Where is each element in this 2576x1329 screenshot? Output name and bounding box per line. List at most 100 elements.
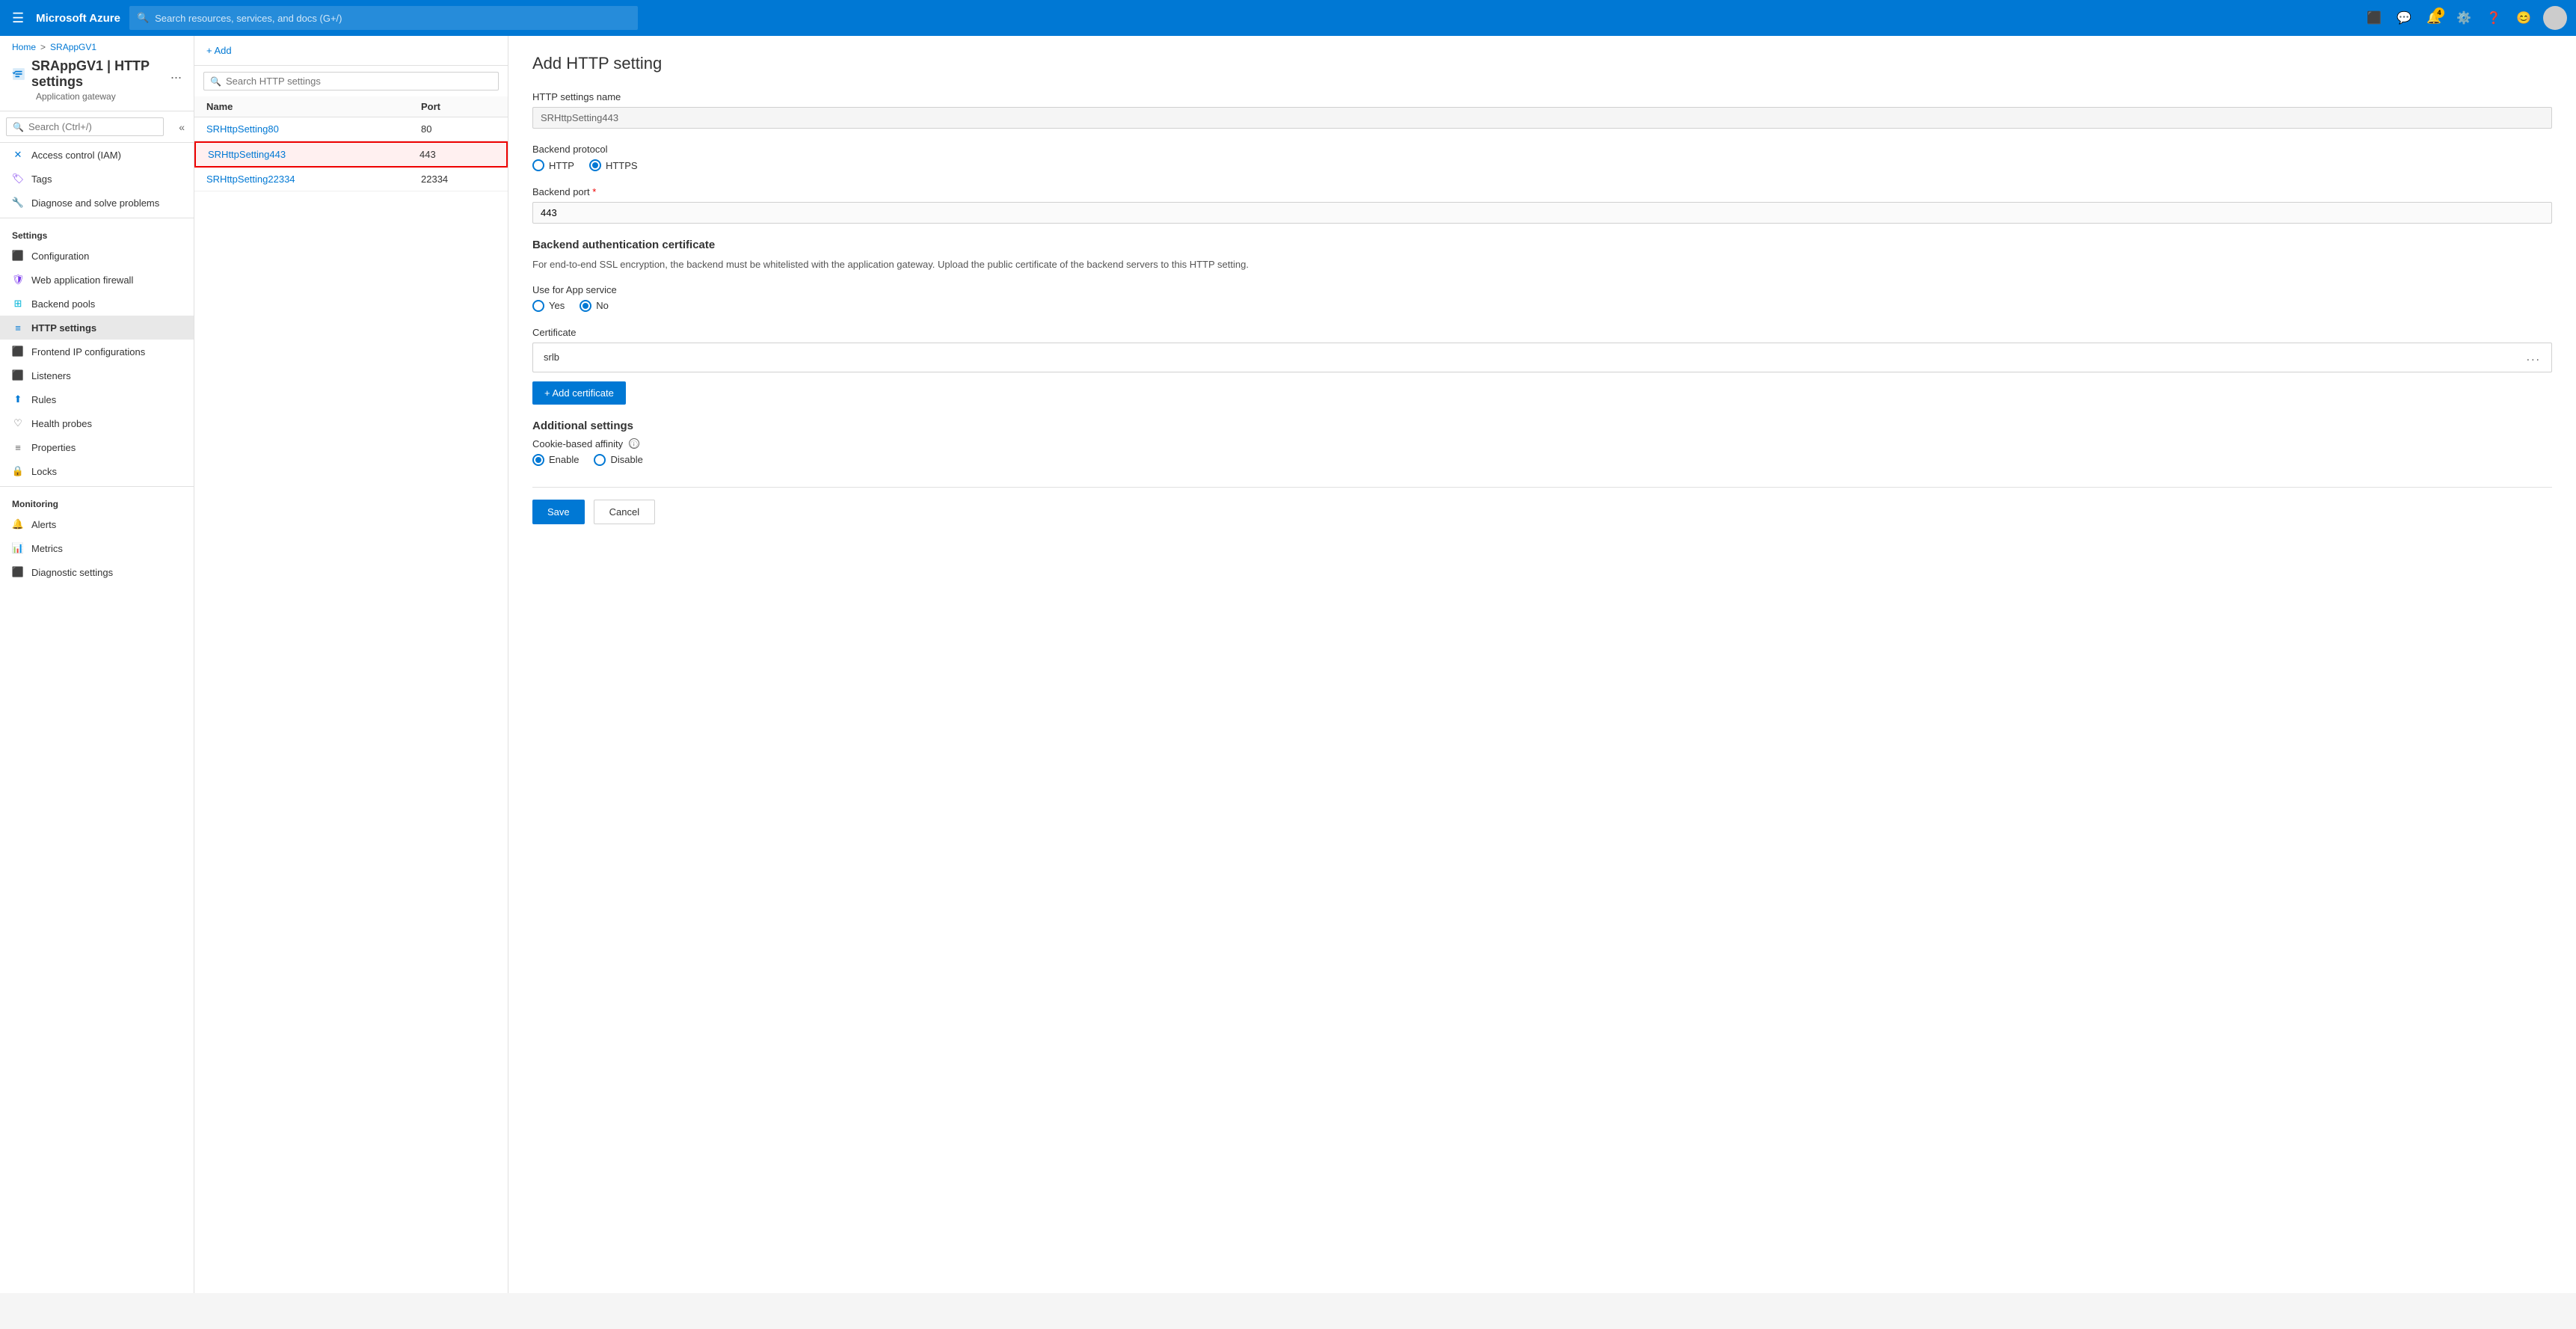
app-service-radio-group: Yes No [532, 300, 2552, 312]
affinity-enable-label: Enable [549, 454, 579, 465]
sidebar-item-http-settings[interactable]: ≡ HTTP settings [0, 316, 194, 340]
resource-icon [12, 65, 25, 83]
sidebar-item-label-alerts: Alerts [31, 519, 56, 530]
tag-icon: 🏷 [12, 173, 24, 185]
sidebar-item-locks[interactable]: 🔒 Locks [0, 459, 194, 483]
content-area: + Add 🔍 Name Port SRHttpSetting80 80 SRH… [194, 36, 2576, 1293]
affinity-enable-radio[interactable]: Enable [532, 454, 579, 466]
add-button[interactable]: + Add [206, 45, 232, 56]
azure-logo: Microsoft Azure [36, 12, 120, 25]
sidebar-item-label-locks: Locks [31, 466, 57, 477]
cert-more-icon[interactable]: ... [2527, 351, 2541, 364]
form-group-app-service: Use for App service Yes No [532, 284, 2552, 312]
sidebar-item-diagnose[interactable]: 🔧 Diagnose and solve problems [0, 191, 194, 215]
use-app-service-label: Use for App service [532, 284, 2552, 295]
detail-panel: Add HTTP setting HTTP settings name Back… [508, 36, 2576, 1293]
sidebar-item-label-frontend-ip: Frontend IP configurations [31, 346, 145, 357]
protocol-http-radio[interactable]: HTTP [532, 159, 574, 171]
auth-cert-desc: For end-to-end SSL encryption, the backe… [532, 257, 2552, 272]
app-service-yes-radio[interactable]: Yes [532, 300, 565, 312]
save-button[interactable]: Save [532, 500, 585, 524]
smiley-icon[interactable]: 😊 [2510, 4, 2537, 31]
sidebar-item-label-waf: Web application firewall [31, 274, 133, 286]
table-cell-name-1: SRHttpSetting443 [208, 149, 419, 160]
global-search-input[interactable] [155, 13, 630, 24]
form-group-cookie-affinity: Cookie-based affinity ⓘ Enable Disable [532, 438, 2552, 466]
breadcrumb-home[interactable]: Home [12, 42, 36, 52]
cookie-affinity-info-icon[interactable]: ⓘ [629, 438, 639, 449]
col-port-header: Port [421, 101, 496, 112]
notification-icon[interactable]: 🔔 4 [2420, 4, 2447, 31]
sidebar-item-metrics[interactable]: 📊 Metrics [0, 536, 194, 560]
sidebar-item-health-probes[interactable]: ♡ Health probes [0, 411, 194, 435]
sidebar-item-rules[interactable]: ⬆ Rules [0, 387, 194, 411]
sidebar-item-alerts[interactable]: 🔔 Alerts [0, 512, 194, 536]
table-cell-port-2: 22334 [421, 174, 496, 185]
cookie-affinity-radio-group: Enable Disable [532, 454, 2552, 466]
protocol-https-label: HTTPS [606, 160, 638, 171]
sidebar-collapse-icon[interactable]: « [170, 118, 194, 136]
affinity-enable-circle [532, 454, 544, 466]
form-actions: Save Cancel [532, 487, 2552, 524]
detail-title: Add HTTP setting [532, 54, 2552, 73]
backend-pools-icon: ⊞ [12, 298, 24, 310]
cloud-shell-icon[interactable]: ⬛ [2361, 4, 2388, 31]
sidebar-item-configuration[interactable]: ⬛ Configuration [0, 244, 194, 268]
sidebar-item-backend-pools[interactable]: ⊞ Backend pools [0, 292, 194, 316]
resource-more-icon[interactable]: ... [170, 67, 182, 82]
topbar: ☰ Microsoft Azure 🔍 ⬛ 💬 🔔 4 ⚙️ ❓ 😊 [0, 0, 2576, 36]
sidebar-item-label-configuration: Configuration [31, 251, 89, 262]
table-cell-name-2: SRHttpSetting22334 [206, 174, 421, 185]
sidebar-item-properties[interactable]: ≡ Properties [0, 435, 194, 459]
form-group-backend-protocol: Backend protocol HTTP HTTPS [532, 144, 2552, 171]
add-certificate-button[interactable]: + Add certificate [532, 381, 626, 405]
protocol-https-circle [589, 159, 601, 171]
backend-protocol-label: Backend protocol [532, 144, 2552, 155]
sidebar: Home > SRAppGV1 SRAppGV1 | HTTP settings… [0, 36, 194, 1293]
frontend-ip-icon: ⬛ [12, 346, 24, 357]
http-settings-icon: ≡ [12, 322, 24, 334]
sidebar-item-waf[interactable]: 🛡 Web application firewall [0, 268, 194, 292]
help-icon[interactable]: ❓ [2480, 4, 2507, 31]
list-search[interactable]: 🔍 [203, 72, 499, 90]
app-service-no-radio[interactable]: No [580, 300, 609, 312]
search-icon: 🔍 [137, 12, 149, 24]
breadcrumb-resource[interactable]: SRAppGV1 [50, 42, 96, 52]
table-row[interactable]: SRHttpSetting22334 22334 [194, 168, 508, 191]
affinity-disable-label: Disable [610, 454, 642, 465]
global-search[interactable]: 🔍 [129, 6, 638, 30]
sidebar-item-listeners[interactable]: ⬛ Listeners [0, 363, 194, 387]
backend-port-label: Backend port * [532, 186, 2552, 197]
settings-icon[interactable]: ⚙️ [2450, 4, 2477, 31]
http-settings-name-input[interactable] [532, 107, 2552, 129]
shield-icon: 🛡 [12, 274, 24, 286]
table-row-selected[interactable]: SRHttpSetting443 443 [194, 141, 508, 168]
http-settings-name-label: HTTP settings name [532, 91, 2552, 102]
sidebar-search[interactable]: 🔍 [6, 117, 164, 136]
sidebar-search-input[interactable] [28, 121, 157, 132]
sidebar-item-diagnostic-settings[interactable]: ⬛ Diagnostic settings [0, 560, 194, 584]
cookie-affinity-label: Cookie-based affinity ⓘ [532, 438, 2552, 449]
cancel-button[interactable]: Cancel [594, 500, 655, 524]
alerts-icon: 🔔 [12, 518, 24, 530]
table-row[interactable]: SRHttpSetting80 80 [194, 117, 508, 141]
form-group-http-name: HTTP settings name [532, 91, 2552, 129]
sidebar-item-tags[interactable]: 🏷 Tags [0, 167, 194, 191]
sidebar-item-label-metrics: Metrics [31, 543, 63, 554]
feedback-icon[interactable]: 💬 [2391, 4, 2417, 31]
protocol-https-radio[interactable]: HTTPS [589, 159, 638, 171]
affinity-disable-radio[interactable]: Disable [594, 454, 642, 466]
wrench-icon: 🔧 [12, 197, 24, 209]
sidebar-item-access-control[interactable]: ✕ Access control (IAM) [0, 143, 194, 167]
settings-section-label: Settings [0, 221, 194, 244]
lock-icon: 🔒 [12, 465, 24, 477]
form-group-backend-port: Backend port * [532, 186, 2552, 224]
sidebar-item-frontend-ip[interactable]: ⬛ Frontend IP configurations [0, 340, 194, 363]
hamburger-icon[interactable]: ☰ [9, 7, 27, 29]
backend-port-input[interactable] [532, 202, 2552, 224]
user-avatar[interactable] [2543, 6, 2567, 30]
main-layout: Home > SRAppGV1 SRAppGV1 | HTTP settings… [0, 36, 2576, 1293]
auth-cert-title: Backend authentication certificate [532, 239, 2552, 251]
list-search-input[interactable] [226, 76, 492, 87]
cert-name: srlb [544, 352, 559, 363]
